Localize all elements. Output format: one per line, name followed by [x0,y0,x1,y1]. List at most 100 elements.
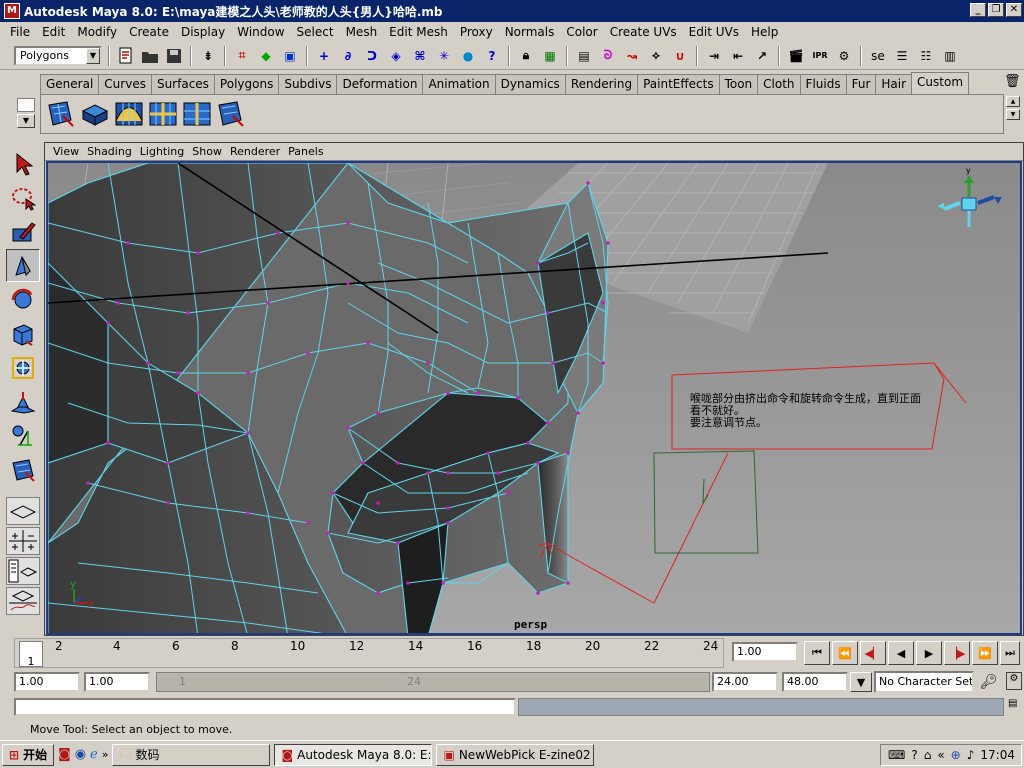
snap-point-icon[interactable]: ᑐ [362,46,382,66]
tab-toon[interactable]: Toon [718,74,759,94]
attribute-editor-icon[interactable]: ☰ [892,46,912,66]
tab-fluids[interactable]: Fluids [799,74,847,94]
perspective-viewport[interactable]: y y x 喉咙部分由挤出命令和旋转命令生成，直到正面 看不就好。 要注意调节点… [46,161,1022,635]
output-line-icon[interactable]: ⇤ [728,46,748,66]
taskbar-item-maya[interactable]: ◙ Autodesk Maya 8.0: E:\... [274,743,433,766]
snap-grid-icon[interactable]: + [314,46,334,66]
snap-magnet-icon[interactable]: ✳ [434,46,454,66]
character-set-field[interactable]: No Character Set [874,671,974,693]
highlight-selection-icon[interactable]: ▦ [540,46,560,66]
last-tool-used-icon[interactable] [6,453,40,486]
menu-help[interactable]: Help [745,25,784,39]
go-to-end-icon[interactable]: ⏭ [1000,641,1020,665]
select-tool-icon[interactable] [6,147,40,180]
tab-subdivs[interactable]: Subdivs [278,74,338,94]
minimize-button[interactable]: _ [970,3,986,17]
tab-painteffects[interactable]: PaintEffects [637,74,720,94]
channel-box-icon[interactable]: ▥ [940,46,960,66]
volume-icon[interactable]: ♪ [967,748,975,762]
current-time-field[interactable]: 1.00 [732,642,798,662]
tab-cloth[interactable]: Cloth [757,74,801,94]
script-editor-icon[interactable]: ▤ [1008,698,1022,716]
shelf-tabs-toggle[interactable] [17,98,35,112]
menu-mesh[interactable]: Mesh [340,25,384,39]
extrude-face-shelf-icon[interactable] [79,98,111,130]
play-backward-icon[interactable]: ◀ [888,641,914,665]
panel-menu-renderer[interactable]: Renderer [226,145,284,158]
select-faces-shelf-icon[interactable] [45,98,77,130]
ik-handle-icon[interactable]: ⟡ [646,46,666,66]
tray-expand-icon[interactable]: « [937,748,944,762]
sphere-icon[interactable]: ● [458,46,478,66]
menu-modify[interactable]: Modify [71,25,123,39]
tab-hair[interactable]: Hair [875,74,913,94]
tab-deformation[interactable]: Deformation [336,74,424,94]
network-icon[interactable]: ⊕ [951,748,961,762]
chevron-down-icon[interactable]: ▼ [850,672,872,692]
selection-mask-icon[interactable]: ⇟ [198,46,218,66]
snap-curve-icon[interactable]: ∂ [338,46,358,66]
trash-icon[interactable]: 🗑︎ [1004,74,1021,92]
time-slider[interactable]: 1 2 4 6 8 10 12 14 16 18 20 22 24 [14,638,724,668]
panel-menu-panels[interactable]: Panels [284,145,327,158]
rotate-tool-icon[interactable] [6,283,40,316]
select-component-icon[interactable]: ▣ [280,46,300,66]
tab-general[interactable]: General [40,74,100,94]
tab-animation[interactable]: Animation [422,74,496,94]
start-button[interactable]: ⊞ 开始 [2,743,55,766]
menu-create-uvs[interactable]: Create UVs [604,25,683,39]
render-view-icon[interactable]: 🎬︎ [786,46,806,66]
split-polygon-shelf-icon[interactable] [147,98,179,130]
tab-polygons[interactable]: Polygons [213,74,280,94]
shelf-menu-chevron-icon[interactable]: ▼ [17,114,35,128]
end-time-field[interactable]: 48.00 [782,672,848,692]
move-tool-status-icon[interactable]: ↗ [752,46,772,66]
step-back-key-icon[interactable]: ⏪ [832,641,858,665]
help-tray-icon[interactable]: ? [911,748,917,762]
shelf-scroll-up-icon[interactable]: ▲ [1006,96,1020,107]
play-forward-icon[interactable]: ▶ [916,641,942,665]
tool-settings-icon[interactable]: ☷ [916,46,936,66]
tab-custom[interactable]: Custom [911,72,970,94]
save-scene-icon[interactable] [164,46,184,66]
tab-dynamics[interactable]: Dynamics [494,74,566,94]
menu-window[interactable]: Window [231,25,290,39]
menu-select[interactable]: Select [291,25,340,39]
menu-proxy[interactable]: Proxy [454,25,499,39]
go-to-start-icon[interactable]: ⏮ [804,641,830,665]
tab-surfaces[interactable]: Surfaces [150,74,215,94]
tab-fur[interactable]: Fur [845,74,877,94]
taskbar-item-folder[interactable]: 🗀 数码 [112,743,271,766]
step-back-frame-icon[interactable]: ◀▏ [860,641,886,665]
lasso-tool-icon[interactable] [6,181,40,214]
snap-view-plane-icon[interactable]: ◈ [386,46,406,66]
auto-key-icon[interactable]: 🔑︎ [980,674,998,690]
universal-manipulator-icon[interactable] [6,351,40,384]
quicklaunch-more-icon[interactable]: » [102,748,109,761]
make-live-icon[interactable]: ⌘ [410,46,430,66]
select-hierarchy-icon[interactable]: ⌗ [232,46,252,66]
magnet-icon[interactable]: ∪ [670,46,690,66]
four-view-layout-icon[interactable] [6,527,40,555]
show-manipulator-icon[interactable] [6,419,40,452]
menu-display[interactable]: Display [175,25,231,39]
quicklaunch-media-icon[interactable]: ◉ [75,747,86,762]
scale-tool-icon[interactable] [6,317,40,350]
close-button[interactable]: ✕ [1006,3,1022,17]
quicklaunch-maya-icon[interactable]: ◙ [58,747,71,762]
menu-set-selector[interactable]: Polygons ▼ [14,45,102,66]
construction-history-icon[interactable]: ▤ [574,46,594,66]
outliner-persp-layout-icon[interactable] [6,557,40,585]
menu-edit-uvs[interactable]: Edit UVs [683,25,745,39]
insert-edge-loop-shelf-icon[interactable] [181,98,213,130]
quicklaunch-ie-icon[interactable]: ℯ [90,747,98,762]
output-ops-icon[interactable]: ↝ [622,46,642,66]
command-line-input[interactable] [14,698,516,716]
input-line-icon[interactable]: ⇥ [704,46,724,66]
menu-file[interactable]: File [4,25,36,39]
panel-menu-shading[interactable]: Shading [83,145,136,158]
range-slider[interactable]: 1 24 [156,672,710,692]
move-tool-icon[interactable] [6,249,40,282]
panel-menu-lighting[interactable]: Lighting [136,145,188,158]
paint-select-tool-icon[interactable] [6,215,40,248]
